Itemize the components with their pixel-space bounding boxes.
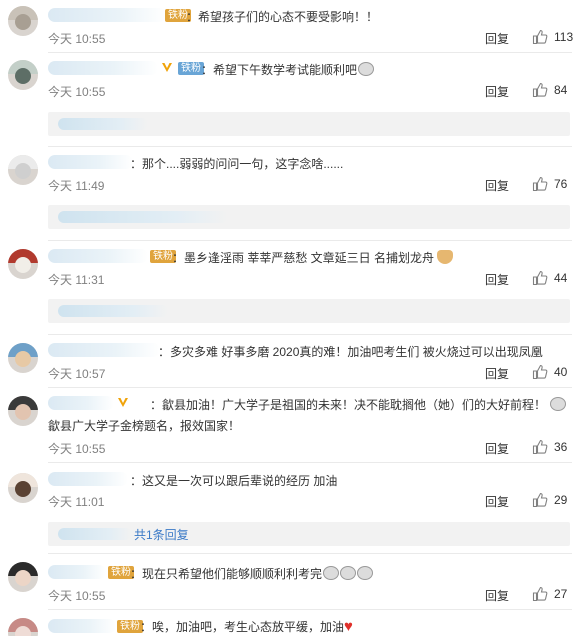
like-count: 76 [554, 177, 568, 191]
comment-text: ：多灾多难 好事多磨 2020真的难！加油吧考生们 被火烧过可以出现凤凰 [158, 345, 543, 359]
comment-item: ：这又是一次可以跟后辈说的经历 加油 今天 11:01 回复 29 共1条回复 [0, 463, 578, 553]
avatar[interactable] [8, 60, 38, 90]
username[interactable] [48, 61, 158, 75]
like-count: 40 [554, 365, 568, 379]
emoji-icon [357, 566, 374, 580]
comment-text-line2: 歙县广大学子金榜题名，报效国家！ [48, 419, 241, 433]
comment-item: 铁粉 ：现在只希望他们能够顺顺利利考完 今天 10:55 回复 27 [0, 554, 578, 611]
username[interactable] [48, 472, 128, 486]
comment-item: 铁粉 ：唉，加油吧，考生心态放平缓，加油♥ [0, 610, 578, 636]
thumbs-up-icon[interactable] [532, 586, 548, 602]
emoji-icon [340, 566, 357, 580]
cat-emoji-icon [437, 250, 454, 264]
comment-time: 今天 10:55 [48, 85, 106, 99]
sub-reply-preview [58, 211, 228, 223]
thumbs-up-icon[interactable] [532, 364, 548, 380]
avatar[interactable] [8, 396, 38, 426]
comment-time: 今天 10:55 [48, 442, 106, 456]
emoji-icon [550, 397, 567, 411]
comment-time: 今天 10:57 [48, 367, 106, 381]
emoji-icon [358, 62, 375, 76]
avatar[interactable] [8, 473, 38, 503]
comment-item: 铁粉 ：墨乡逢淫雨 莘莘严慈愁 文章延三日 名捕划龙舟 今天 11:31 回复 … [0, 241, 578, 334]
username[interactable] [48, 619, 116, 633]
comment-text: ：希望孩子们的心态不要受影响！！ [186, 10, 379, 24]
thumbs-up-icon[interactable] [532, 439, 548, 455]
username[interactable] [48, 565, 106, 579]
reply-button[interactable]: 回复 [485, 493, 509, 510]
sub-reply-preview [58, 118, 148, 130]
reply-button[interactable]: 回复 [485, 440, 509, 457]
sub-reply-bar[interactable] [48, 205, 570, 229]
reply-button[interactable]: 回复 [485, 177, 509, 194]
sub-reply-bar[interactable] [48, 112, 570, 136]
reply-button[interactable]: 回复 [485, 83, 509, 100]
heart-emoji-icon: ♥ [344, 618, 353, 635]
thumbs-up-icon[interactable] [532, 492, 548, 508]
comment-item: 铁粉 ：希望孩子们的心态不要受影响！！ 今天 10:55 回复 113 [0, 0, 578, 52]
like-count: 44 [554, 271, 568, 285]
comment-text: ：那个....弱弱的问问一句，这字念啥...... [130, 157, 344, 171]
comment-text: ：现在只希望他们能够顺顺利利考完 [130, 565, 374, 582]
username[interactable] [48, 8, 166, 22]
like-count: 113 [554, 30, 574, 44]
comment-text: ：唉，加油吧，考生心态放平缓，加油♥ [140, 618, 353, 635]
emoji-icon [323, 566, 340, 580]
thumbs-up-icon[interactable] [532, 270, 548, 286]
avatar[interactable] [8, 618, 38, 636]
comment-text: ：这又是一次可以跟后辈说的经历 加油 [130, 474, 338, 488]
comment-time: 今天 11:31 [48, 273, 105, 287]
comment-item: ：多灾多难 好事多磨 2020真的难！加油吧考生们 被火烧过可以出现凤凰 今天 … [0, 335, 578, 387]
like-count: 84 [554, 83, 568, 97]
sub-reply-bar[interactable] [48, 299, 570, 323]
thumbs-up-icon[interactable] [532, 29, 548, 45]
avatar[interactable] [8, 6, 38, 36]
comment-text: ：歙县加油！广大学子是祖国的未来！决不能耽搁他（她）们的大好前程！ [150, 396, 567, 413]
avatar[interactable] [8, 155, 38, 185]
username[interactable] [48, 155, 133, 169]
reply-button[interactable]: 回复 [485, 271, 509, 288]
like-count: 27 [554, 587, 568, 601]
avatar[interactable] [8, 562, 38, 592]
thumbs-up-icon[interactable] [532, 82, 548, 98]
username[interactable] [48, 396, 114, 410]
comment-time: 今天 10:55 [48, 32, 106, 46]
comment-time: 今天 11:01 [48, 495, 105, 509]
reply-button[interactable]: 回复 [485, 587, 509, 604]
comment-text: ：墨乡逢淫雨 莘莘严慈愁 文章延三日 名捕划龙舟 [172, 249, 454, 266]
reply-button[interactable]: 回复 [485, 365, 509, 382]
comment-time: 今天 11:49 [48, 179, 105, 193]
reply-button[interactable]: 回复 [485, 30, 509, 47]
comment-text: ：希望下午数学考试能顺利吧 [201, 61, 375, 78]
verified-v-icon [118, 398, 128, 407]
avatar[interactable] [8, 343, 38, 373]
thumbs-up-icon[interactable] [532, 176, 548, 192]
sub-reply-bar[interactable]: 共1条回复 [48, 522, 570, 546]
sub-reply-preview [58, 305, 168, 317]
comment-item: 铁粉 ：希望下午数学考试能顺利吧 今天 10:55 回复 84 [0, 53, 578, 146]
comment-item: ：歙县加油！广大学子是祖国的未来！决不能耽搁他（她）们的大好前程！ 歙县广大学子… [0, 388, 578, 458]
sub-reply-preview [58, 528, 132, 540]
sub-reply-count-link[interactable]: 共1条回复 [134, 526, 189, 543]
comment-item: ：那个....弱弱的问问一句，这字念啥...... 今天 11:49 回复 76 [0, 147, 578, 240]
username[interactable] [48, 343, 160, 357]
like-count: 36 [554, 440, 568, 454]
like-count: 29 [554, 493, 568, 507]
avatar[interactable] [8, 249, 38, 279]
comment-time: 今天 10:55 [48, 589, 106, 603]
verified-v-icon [162, 63, 172, 72]
username[interactable] [48, 249, 148, 263]
